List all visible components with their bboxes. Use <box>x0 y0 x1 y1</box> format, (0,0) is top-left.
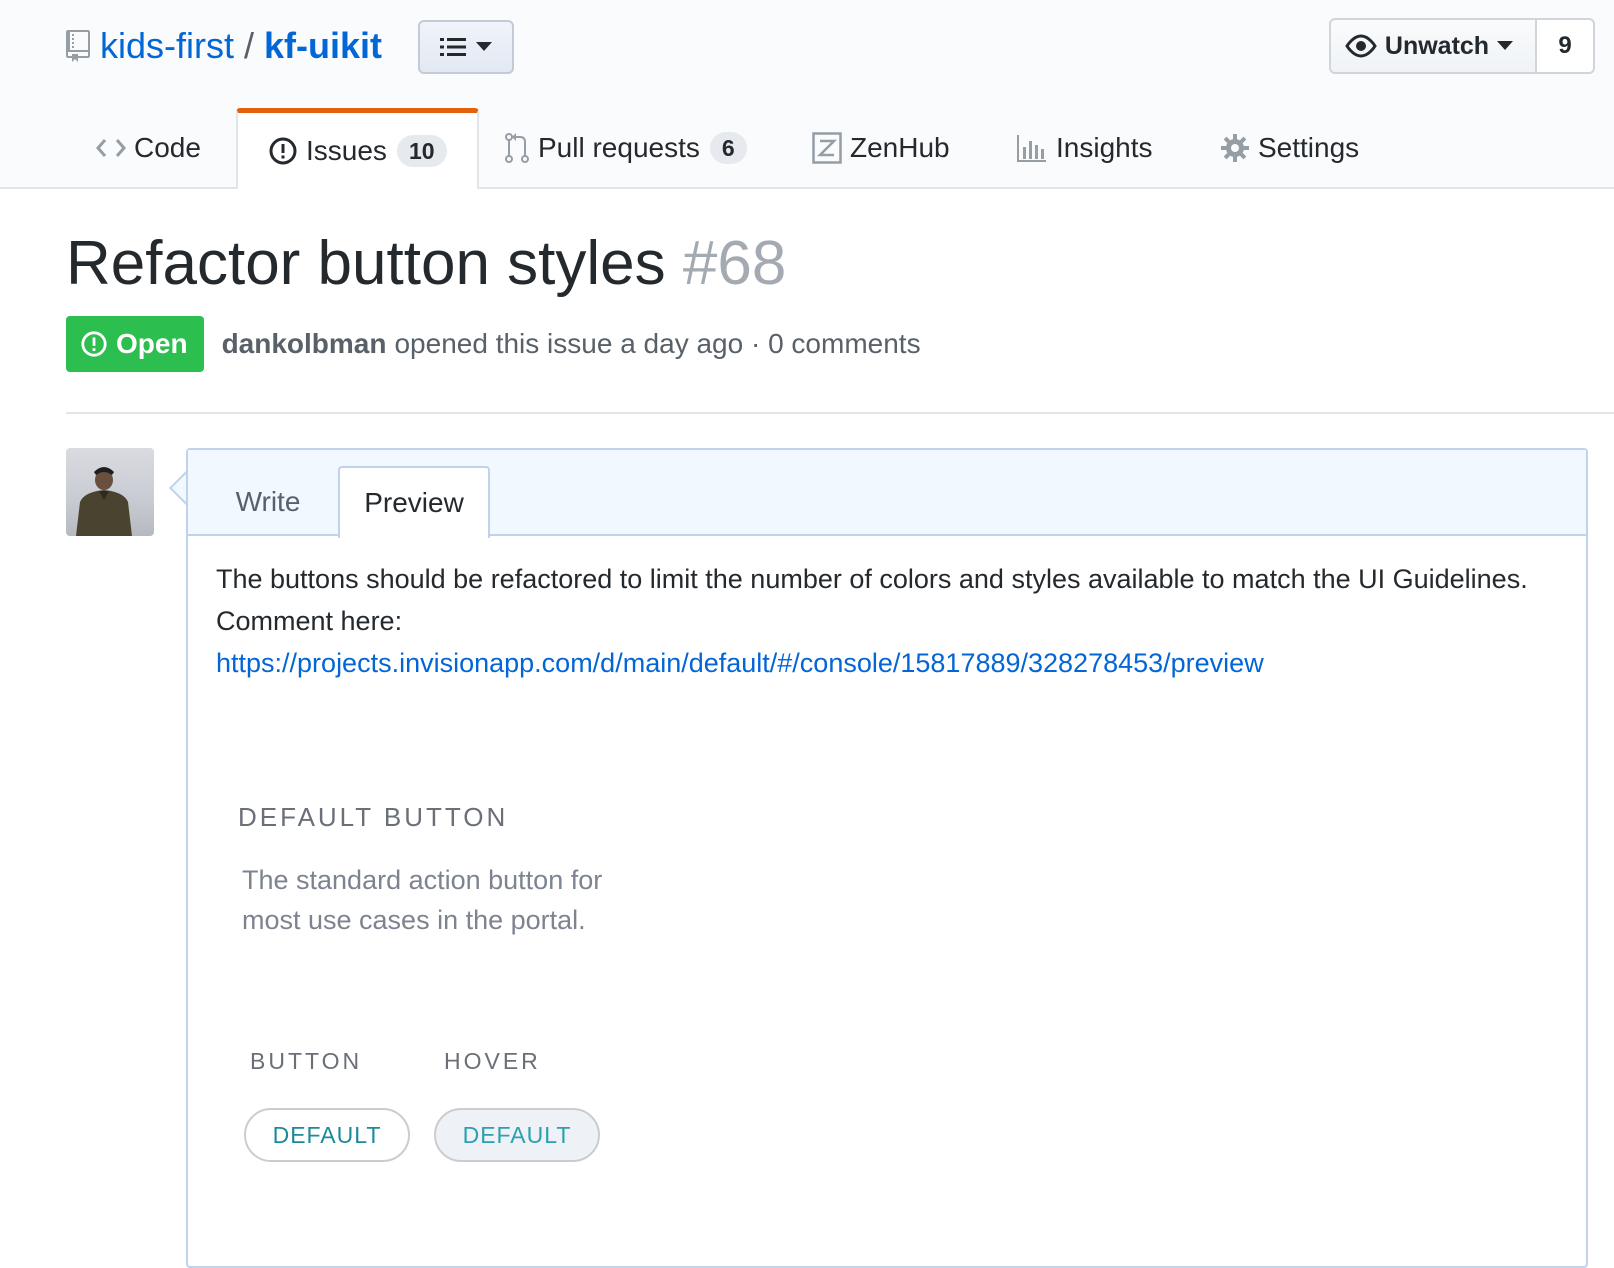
repo-name-link[interactable]: kf-uikit <box>264 25 382 67</box>
tab-label: Code <box>134 131 201 163</box>
user-photo <box>76 467 132 536</box>
issue-opened-icon <box>81 331 107 357</box>
tab-label: Settings <box>1258 131 1360 163</box>
column-label-button: BUTTON <box>250 1048 363 1074</box>
tab-insights[interactable]: Insights <box>1016 108 1153 187</box>
header-divider <box>66 412 1614 414</box>
comment-tabs: Write Preview <box>188 450 1586 538</box>
invision-link[interactable]: https://projects.invisionapp.com/d/main/… <box>216 648 1264 678</box>
path-divider: / <box>244 25 255 66</box>
unwatch-button[interactable]: Unwatch <box>1329 18 1537 74</box>
column-label-hover: HOVER <box>444 1048 541 1074</box>
default-button-hover-sample: DEFAULT <box>434 1108 600 1162</box>
graph-icon <box>1017 134 1046 162</box>
issues-counter: 10 <box>396 135 447 167</box>
unwatch-label: Unwatch <box>1384 31 1490 60</box>
repo-owner-link[interactable]: kids-first <box>100 25 234 67</box>
tab-pull-requests[interactable]: Pull requests 6 <box>504 108 747 187</box>
chevron-down-icon <box>476 42 492 51</box>
author-link[interactable]: dankolbman <box>222 328 387 360</box>
watchers-count[interactable]: 9 <box>1537 18 1595 74</box>
issue-meta: Open dankolbman opened this issue a day … <box>66 316 921 372</box>
eye-icon <box>1345 34 1377 58</box>
default-button-sample: DEFAULT <box>244 1108 410 1162</box>
chevron-down-icon <box>1497 41 1514 50</box>
issue-title-text: Refactor button styles <box>66 229 666 298</box>
status-badge: Open <box>66 316 204 372</box>
tab-write[interactable]: Write <box>204 466 332 538</box>
code-icon <box>96 138 126 157</box>
repo-nav: Code Issues 10 Pull requests 6 ZenHub In… <box>0 108 1614 189</box>
avatar[interactable] <box>66 448 154 536</box>
watch-group: Unwatch 9 <box>1329 18 1595 74</box>
section-title: DEFAULT BUTTON <box>238 802 509 832</box>
issue-meta-text: opened this issue a day ago · 0 comments <box>394 328 921 359</box>
comment-here-label: Comment here: <box>216 606 403 636</box>
comment-form: Write Preview The buttons should be refa… <box>186 448 1588 1268</box>
comment-preview-body: The buttons should be refactored to limi… <box>216 558 1556 684</box>
tab-zenhub[interactable]: ZenHub <box>812 108 950 187</box>
tab-settings[interactable]: Settings <box>1220 108 1359 187</box>
issue-opened-icon <box>269 137 297 165</box>
repo-icon <box>66 30 90 62</box>
comment-paragraph: The buttons should be refactored to limi… <box>216 564 1528 594</box>
tab-issues[interactable]: Issues 10 <box>236 108 479 189</box>
status-label: Open <box>116 328 188 359</box>
repo-title: kids-first / kf-uikit <box>66 22 382 70</box>
issue-number: #68 <box>682 229 787 298</box>
list-icon <box>440 38 466 56</box>
section-description: The standard action button for most use … <box>242 865 603 935</box>
tab-preview[interactable]: Preview <box>338 466 490 538</box>
tab-label: Pull requests <box>538 131 700 163</box>
tab-label: Insights <box>1056 131 1153 163</box>
tab-code[interactable]: Code <box>96 108 201 187</box>
issue-title: Refactor button styles #68 <box>66 228 786 299</box>
git-pull-request-icon <box>505 132 529 163</box>
zenhub-menu-button[interactable] <box>418 20 514 74</box>
gear-icon <box>1221 133 1249 162</box>
repo-header: kids-first / kf-uikit Unwatch 9 Code Iss… <box>0 0 1614 189</box>
tab-label: ZenHub <box>850 131 950 163</box>
zenhub-icon <box>812 131 842 164</box>
pull-requests-counter: 6 <box>709 131 747 164</box>
tab-label: Issues <box>306 135 387 166</box>
